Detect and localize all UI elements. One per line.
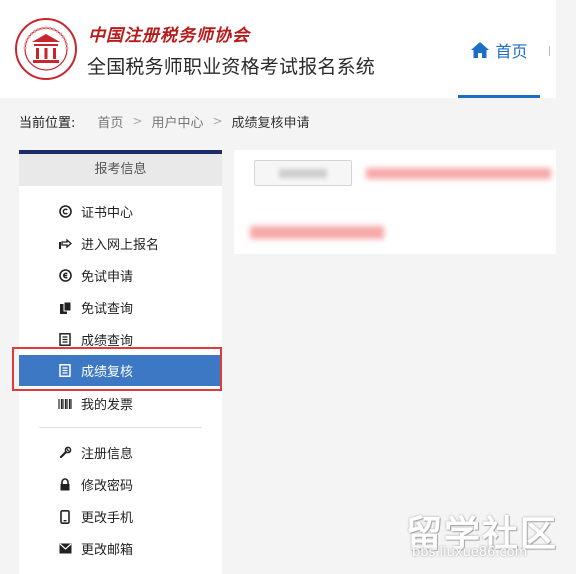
sidebar-item-change-password[interactable]: 修改密码 [19, 469, 222, 500]
nav-home-link[interactable]: 首页 [458, 32, 540, 68]
main-content-panel [234, 150, 556, 254]
sidebar-item-online-registration[interactable]: 进入网上报名 [19, 228, 222, 259]
breadcrumb-home-link[interactable]: 首页 [97, 112, 123, 131]
redacted-button[interactable] [254, 160, 352, 186]
redacted-info-text [250, 226, 384, 239]
sidebar-item-exemption-query[interactable]: 免试查询 [19, 292, 222, 323]
watermark-url-text: bbs.liuxue86.com [412, 545, 528, 560]
sidebar-item-label: 更改邮箱 [81, 543, 134, 558]
breadcrumb-separator: > [132, 114, 143, 128]
wrench-icon [58, 446, 72, 460]
sidebar-item-label: 进入网上报名 [81, 238, 160, 253]
sidebar-item-exemption-apply[interactable]: 免试申请 [19, 260, 222, 291]
sidebar-item-change-phone[interactable]: 更改手机 [19, 501, 222, 532]
copyright-icon [58, 205, 72, 219]
breadcrumb: 当前位置: 首页 > 用户中心 > 成绩复核申请 [19, 111, 310, 131]
association-logo [15, 18, 77, 80]
sidebar-item-label: 注册信息 [81, 447, 134, 462]
breadcrumb-separator: > [212, 114, 223, 128]
sidebar-item-label: 免试查询 [81, 302, 134, 317]
sidebar-item-my-invoice[interactable]: 我的发票 [19, 388, 222, 419]
sidebar-item-label: 修改密码 [81, 479, 134, 494]
breadcrumb-label: 当前位置: [19, 115, 76, 131]
sidebar-item-label: 免试申请 [81, 270, 134, 285]
org-name: 中国注册税务师协会 [88, 26, 250, 46]
home-icon [471, 42, 490, 58]
sidebar-item-label: 我的发票 [81, 398, 134, 413]
highlight-annotation-box [12, 347, 222, 391]
top-header: 中国注册税务师协会 全国税务师职业资格考试报名系统 首页 [0, 0, 556, 98]
nav-home-label: 首页 [495, 42, 528, 61]
envelope-icon [58, 542, 72, 556]
barcode-icon [58, 397, 72, 411]
phone-icon [58, 509, 72, 524]
hand-pointer-icon [58, 237, 72, 251]
breadcrumb-current: 成绩复核申请 [231, 115, 310, 131]
redacted-notice-text [366, 168, 551, 179]
system-title: 全国税务师职业资格考试报名系统 [87, 56, 376, 78]
sidebar-item-registration-info[interactable]: 注册信息 [19, 437, 222, 468]
sidebar-item-change-email[interactable]: 更改邮箱 [19, 533, 222, 564]
sidebar-divider [39, 427, 202, 428]
list-doc-icon [58, 333, 72, 347]
lock-icon [58, 478, 72, 492]
breadcrumb-user-center-link[interactable]: 用户中心 [151, 112, 203, 131]
sidebar-header: 报考信息 [19, 154, 222, 186]
nav-divider [549, 46, 550, 56]
site-watermark: 留学社区 bbs.liuxue86.com [406, 505, 570, 565]
sidebar-item-label: 证书中心 [81, 206, 134, 221]
minus-circle-icon [58, 269, 72, 283]
sidebar-item-certificate-center[interactable]: 证书中心 [19, 196, 222, 227]
sidebar-item-label: 更改手机 [81, 511, 134, 526]
nav-active-indicator [458, 95, 540, 98]
documents-icon [58, 301, 72, 315]
